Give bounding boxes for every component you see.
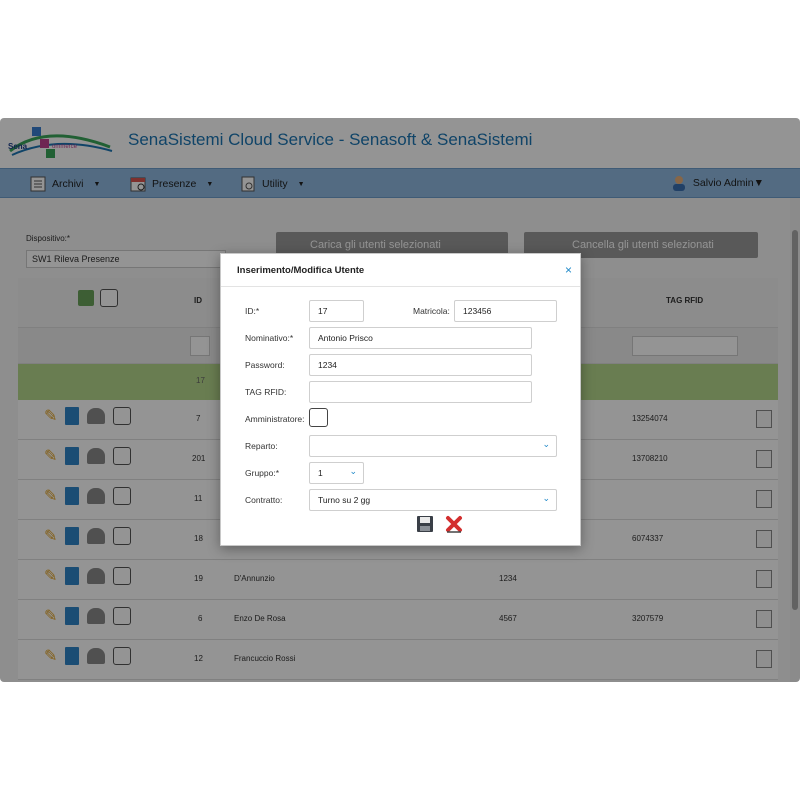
rfid-label: TAG RFID: <box>245 387 287 397</box>
rfid-input[interactable] <box>309 381 532 403</box>
user-edit-dialog: Inserimento/Modifica Utente × ID:* 17 Ma… <box>220 253 581 546</box>
id-input[interactable]: 17 <box>309 300 364 322</box>
password-label: Password: <box>245 360 285 370</box>
id-label: ID:* <box>245 306 260 316</box>
contratto-select[interactable]: Turno su 2 gg ⌄ <box>309 489 557 511</box>
dialog-title: Inserimento/Modifica Utente <box>237 265 365 276</box>
gruppo-label: Gruppo:* <box>245 468 280 478</box>
contratto-value: Turno su 2 gg <box>318 495 371 505</box>
reparto-label: Reparto: <box>245 441 278 451</box>
nominativo-label: Nominativo:* <box>245 333 294 343</box>
matricola-label: Matricola: <box>413 306 450 316</box>
nominativo-input[interactable]: Antonio Prisco <box>309 327 532 349</box>
reparto-select[interactable]: ⌄ <box>309 435 557 457</box>
close-icon[interactable]: × <box>565 263 572 277</box>
chevron-down-icon: ⌄ <box>542 493 550 503</box>
gruppo-select[interactable]: 1 ⌄ <box>309 462 364 484</box>
chevron-down-icon: ⌄ <box>542 439 550 449</box>
contratto-label: Contratto: <box>245 495 283 505</box>
admin-checkbox[interactable] <box>309 408 328 427</box>
dialog-header: Inserimento/Modifica Utente × <box>221 254 580 287</box>
password-input[interactable]: 1234 <box>309 354 532 376</box>
gruppo-value: 1 <box>318 468 323 478</box>
matricola-input[interactable]: 123456 <box>454 300 557 322</box>
admin-label: Amministratore: <box>245 414 305 424</box>
cancel-icon[interactable] <box>445 515 463 533</box>
save-icon[interactable] <box>416 515 434 533</box>
chevron-down-icon: ⌄ <box>349 466 357 476</box>
